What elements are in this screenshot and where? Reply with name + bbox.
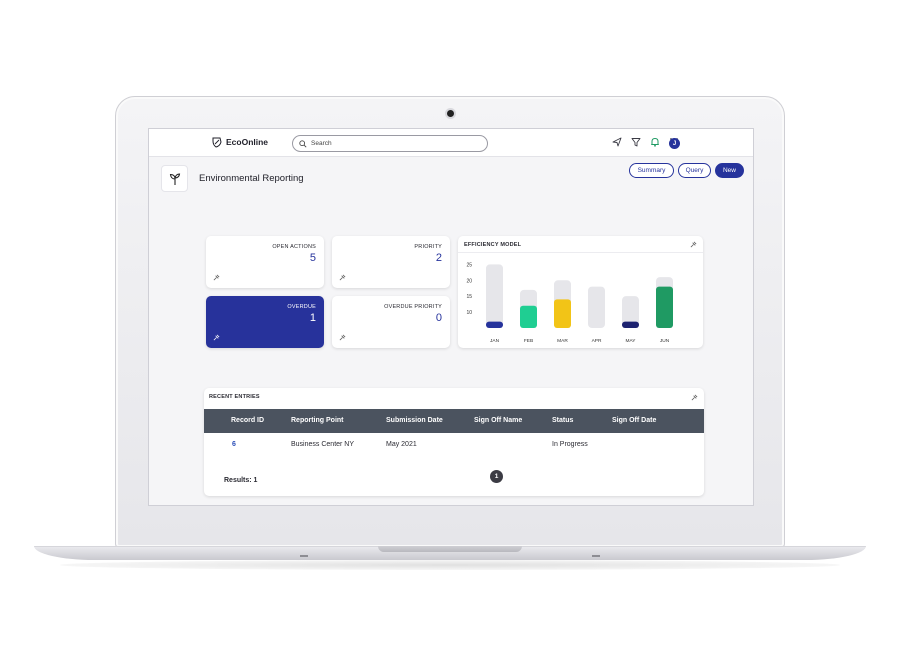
send-icon[interactable] [612, 137, 622, 147]
column-header-submission-date[interactable]: Submission Date [386, 417, 443, 424]
camera-icon [447, 110, 454, 117]
column-header-reporting-point[interactable]: Reporting Point [291, 417, 344, 424]
efficiency-chart-card: EFFICIENCY MODEL 10 15 20 25 JAN FEB MAR APR MAY… [458, 236, 703, 348]
laptop-shadow [60, 560, 840, 570]
search-input[interactable] [311, 140, 471, 147]
pin-icon[interactable] [213, 334, 220, 341]
column-header-status[interactable]: Status [552, 417, 573, 424]
laptop-foot [300, 555, 308, 557]
x-tick-label: JAN [490, 338, 500, 344]
bar-value [622, 321, 639, 328]
kpi-value: 0 [435, 312, 442, 324]
kpi-value: 5 [309, 252, 316, 264]
bar-value [554, 299, 571, 328]
bar-background [588, 286, 605, 328]
record-id-link[interactable]: 6 [232, 441, 236, 448]
brand-logo[interactable]: EcoOnline [211, 136, 268, 148]
y-tick-label: 15 [466, 294, 472, 300]
laptop-mockup: EcoOnline Search J Environmental Reporti… [0, 0, 900, 650]
search-box[interactable] [292, 135, 488, 152]
query-button[interactable]: Query [678, 163, 711, 178]
x-tick-label: MAY [625, 338, 636, 344]
laptop-notch [378, 546, 522, 552]
top-bar: EcoOnline Search J [149, 129, 753, 157]
table-title: RECENT ENTRIES [209, 394, 260, 400]
new-button[interactable]: New [715, 163, 744, 178]
x-tick-label: MAR [557, 338, 568, 344]
pagination-page-1[interactable]: 1 [490, 470, 503, 483]
kpi-label: PRIORITY [414, 244, 442, 250]
pin-icon[interactable] [213, 274, 220, 281]
status-cell: In Progress [552, 441, 588, 448]
pin-icon[interactable] [691, 394, 698, 401]
column-header-record-id[interactable]: Record ID [231, 417, 264, 424]
pin-icon[interactable] [690, 241, 697, 248]
kpi-value: 1 [309, 312, 316, 324]
leaf-shield-icon [212, 137, 222, 148]
column-header-sign-off-name[interactable]: Sign Off Name [474, 417, 522, 424]
kpi-label: OPEN ACTIONS [272, 244, 316, 250]
brand-name: EcoOnline [226, 137, 269, 147]
kpi-value: 2 [435, 252, 442, 264]
pin-icon[interactable] [339, 274, 346, 281]
kpi-label: OVERDUE [287, 304, 316, 310]
table-header: Record ID Reporting Point Submission Dat… [204, 409, 704, 433]
avatar[interactable]: J [669, 138, 680, 149]
x-tick-label: JUN [660, 338, 670, 344]
search-icon [299, 139, 307, 148]
bar-value [486, 321, 503, 328]
page-title: Environmental Reporting [199, 173, 304, 184]
pin-icon[interactable] [339, 334, 346, 341]
results-count: Results: 1 [224, 477, 258, 484]
kpi-label: OVERDUE PRIORITY [384, 304, 442, 310]
recent-entries-card: RECENT ENTRIES Record ID Reporting Point… [204, 388, 704, 496]
summary-button[interactable]: Summary [629, 163, 674, 178]
efficiency-chart: 10 15 20 25 JAN FEB MAR APR MAY JUN [466, 262, 673, 344]
sprout-icon [169, 172, 180, 185]
y-tick-label: 10 [466, 310, 472, 316]
bar-value [520, 305, 537, 328]
reporting-point-cell: Business Center NY [291, 441, 355, 448]
laptop-foot [592, 555, 600, 557]
column-header-sign-off-date[interactable]: Sign Off Date [612, 417, 656, 424]
y-tick-label: 25 [466, 262, 472, 268]
screen: EcoOnline Search J Environmental Reporti… [148, 128, 754, 506]
kpi-card-priority[interactable]: PRIORITY 2 [332, 236, 450, 288]
bell-icon[interactable] [650, 137, 660, 147]
submission-date-cell: May 2021 [386, 441, 417, 448]
bar-value [656, 286, 673, 328]
bar-background [486, 264, 503, 328]
x-tick-label: APR [592, 338, 602, 344]
kpi-card-overdue[interactable]: OVERDUE 1 [206, 296, 324, 348]
filter-icon[interactable] [631, 137, 641, 147]
kpi-card-overdue-priority[interactable]: OVERDUE PRIORITY 0 [332, 296, 450, 348]
x-tick-label: FEB [524, 338, 533, 344]
chart-title: EFFICIENCY MODEL [464, 242, 522, 248]
module-icon [161, 165, 188, 192]
kpi-card-open-actions[interactable]: OPEN ACTIONS 5 [206, 236, 324, 288]
y-tick-label: 20 [466, 278, 472, 284]
